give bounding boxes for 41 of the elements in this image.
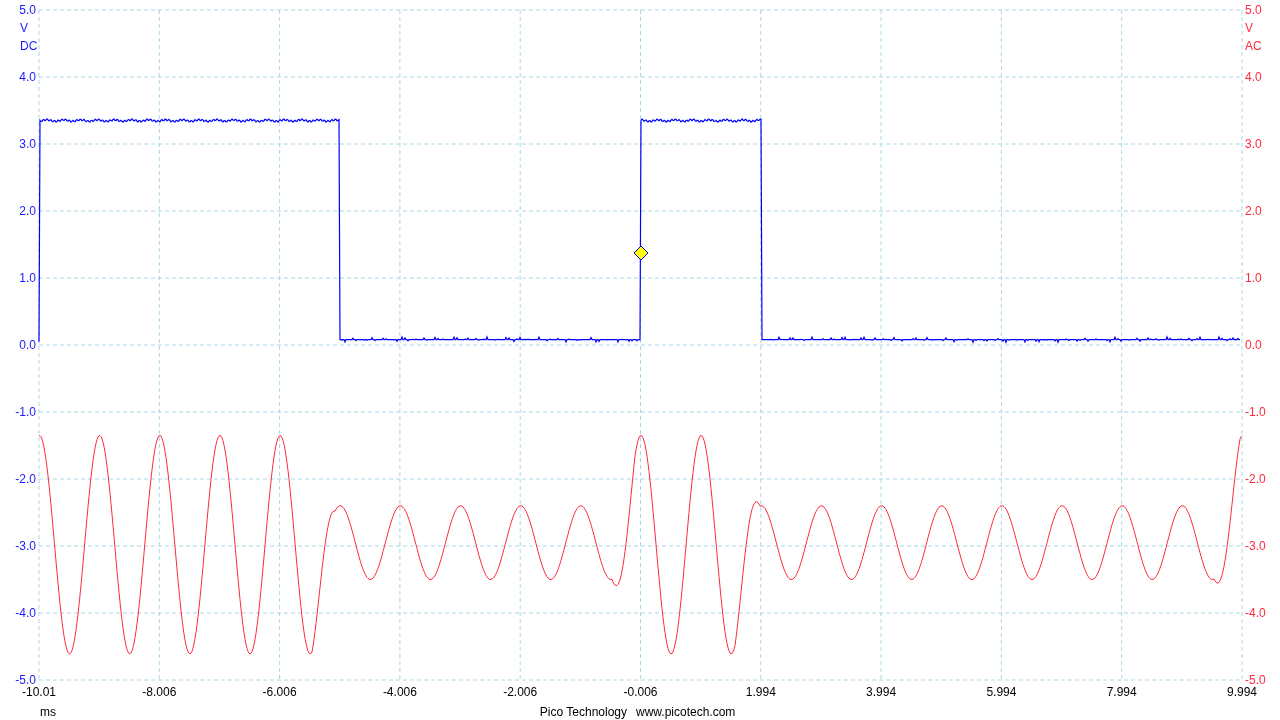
axis-tick-label: 4.0 [19,70,36,84]
axis-tick-label: -10.01 [22,685,56,699]
axis-tick-label: 1.0 [1245,271,1262,285]
axis-tick-label: 3.0 [1245,137,1262,151]
coupling-label: DC [20,39,38,53]
axis-tick-label: -6.006 [262,685,297,699]
axis-tick-label: -2.006 [503,685,538,699]
axis-tick-label: 0.0 [19,338,36,352]
axis-tick-label: 2.0 [1245,204,1262,218]
axis-tick-label: -3.0 [15,539,36,553]
axis-unit-label: V [1245,21,1253,35]
axis-tick-label: 9.994 [1227,685,1257,699]
axis-tick-label: 1.994 [745,685,776,699]
axis-tick-label: 2.0 [19,204,36,218]
axis-tick-label: -1.0 [15,405,36,419]
axis-tick-label: 5.994 [986,685,1017,699]
axis-tick-label: -8.006 [142,685,177,699]
axis-unit-label: V [20,21,28,35]
axis-tick-label: 4.0 [1245,70,1262,84]
axis-tick-label: -0.006 [623,685,658,699]
website-link[interactable]: www.picotech.com [636,705,736,719]
axis-tick-label: 1.0 [19,271,36,285]
axis-tick-label: 5.0 [19,3,36,17]
axis-tick-label: -5.0 [1245,673,1266,687]
coupling-label: AC [1245,39,1262,53]
axis-tick-label: -3.0 [1245,539,1266,553]
axis-tick-label: -4.0 [15,606,36,620]
axis-unit-label: ms [40,705,56,719]
company-name: Pico Technology [539,705,627,719]
axis-tick-label: 5.0 [1245,3,1262,17]
axis-tick-label: -2.0 [15,472,36,486]
trigger-marker-icon[interactable] [633,245,649,261]
axis-tick-label: -2.0 [1245,472,1266,486]
axis-tick-label: 7.994 [1106,685,1137,699]
axis-tick-label: -1.0 [1245,405,1266,419]
axis-tick-label: 0.0 [1245,338,1262,352]
axis-tick-label: 3.994 [866,685,897,699]
axis-tick-label: 3.0 [19,137,36,151]
axis-tick-label: -4.0 [1245,606,1266,620]
axis-tick-label: -5.0 [15,673,36,687]
axis-tick-label: -4.006 [382,685,417,699]
